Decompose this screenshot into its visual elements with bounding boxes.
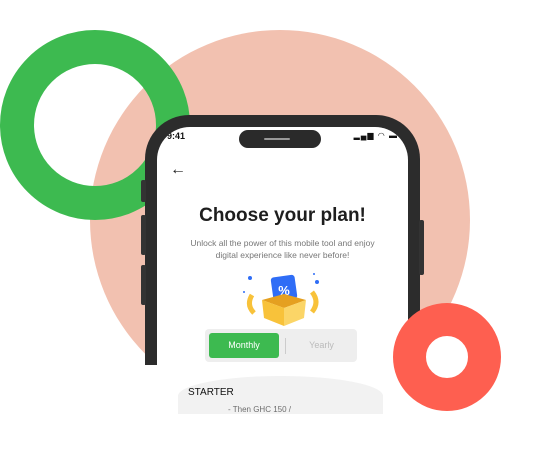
gift-box-discount-icon: % (243, 273, 319, 326)
toggle-divider (285, 338, 286, 354)
phone-side-button (141, 215, 146, 255)
tab-monthly[interactable]: Monthly (209, 333, 279, 358)
phone-side-button (141, 265, 146, 305)
red-ring-decoration (393, 303, 501, 411)
status-icons: ▂▄▆ ◠ ▬ (354, 131, 398, 140)
bottom-fade-cover (178, 414, 388, 454)
plan-price: - Then GHC 150 / (228, 405, 291, 414)
phone-side-button (141, 180, 146, 202)
signal-icon: ▂▄▆ (353, 131, 375, 140)
status-time: 9:41 (167, 131, 186, 141)
battery-icon: ▬ (389, 131, 398, 140)
back-arrow-icon[interactable]: ← (170, 161, 186, 179)
page-subtitle: Unlock all the power of this mobile tool… (190, 238, 375, 260)
dynamic-island (239, 130, 321, 148)
page-title: Choose your plan! (199, 205, 366, 226)
phone-side-button (419, 220, 424, 275)
tab-yearly[interactable]: Yearly (290, 333, 353, 358)
plan-name: STARTER (188, 387, 234, 398)
billing-period-toggle: Monthly Yearly (205, 329, 357, 362)
wifi-icon: ◠ (377, 131, 386, 140)
